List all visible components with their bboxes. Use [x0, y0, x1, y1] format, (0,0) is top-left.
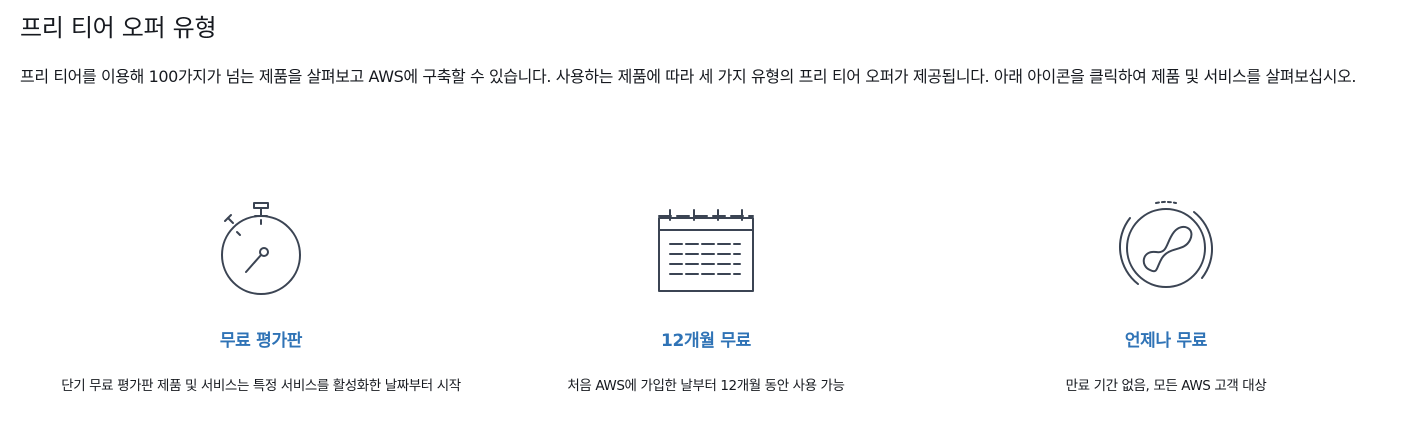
infinity-icon[interactable] [1116, 198, 1216, 298]
offer-title[interactable]: 언제나 무료 [931, 326, 1401, 351]
offer-title[interactable]: 무료 평가판 [26, 326, 496, 351]
calendar-icon[interactable] [656, 198, 756, 298]
offer-card-always-free[interactable]: 언제나 무료 만료 기간 없음, 모든 AWS 고객 대상 [931, 198, 1401, 398]
offer-title[interactable]: 12개월 무료 [471, 326, 941, 351]
stopwatch-icon[interactable] [211, 198, 311, 298]
offer-card-12-months[interactable]: 12개월 무료 처음 AWS에 가입한 날부터 12개월 동안 사용 가능 [471, 198, 941, 398]
offer-description: 만료 기간 없음, 모든 AWS 고객 대상 [1065, 378, 1267, 394]
offer-card-free-trial[interactable]: 무료 평가판 단기 무료 평가판 제품 및 서비스는 특정 서비스를 활성화한 … [26, 198, 496, 398]
section-title: 프리 티어 오퍼 유형 [20, 14, 217, 42]
offer-description: 단기 무료 평가판 제품 및 서비스는 특정 서비스를 활성화한 날짜부터 시작 [61, 378, 461, 394]
offer-description: 처음 AWS에 가입한 날부터 12개월 동안 사용 가능 [567, 378, 845, 394]
section-description: 프리 티어를 이용해 100가지가 넘는 제품을 살펴보고 AWS에 구축할 수… [20, 67, 1357, 86]
